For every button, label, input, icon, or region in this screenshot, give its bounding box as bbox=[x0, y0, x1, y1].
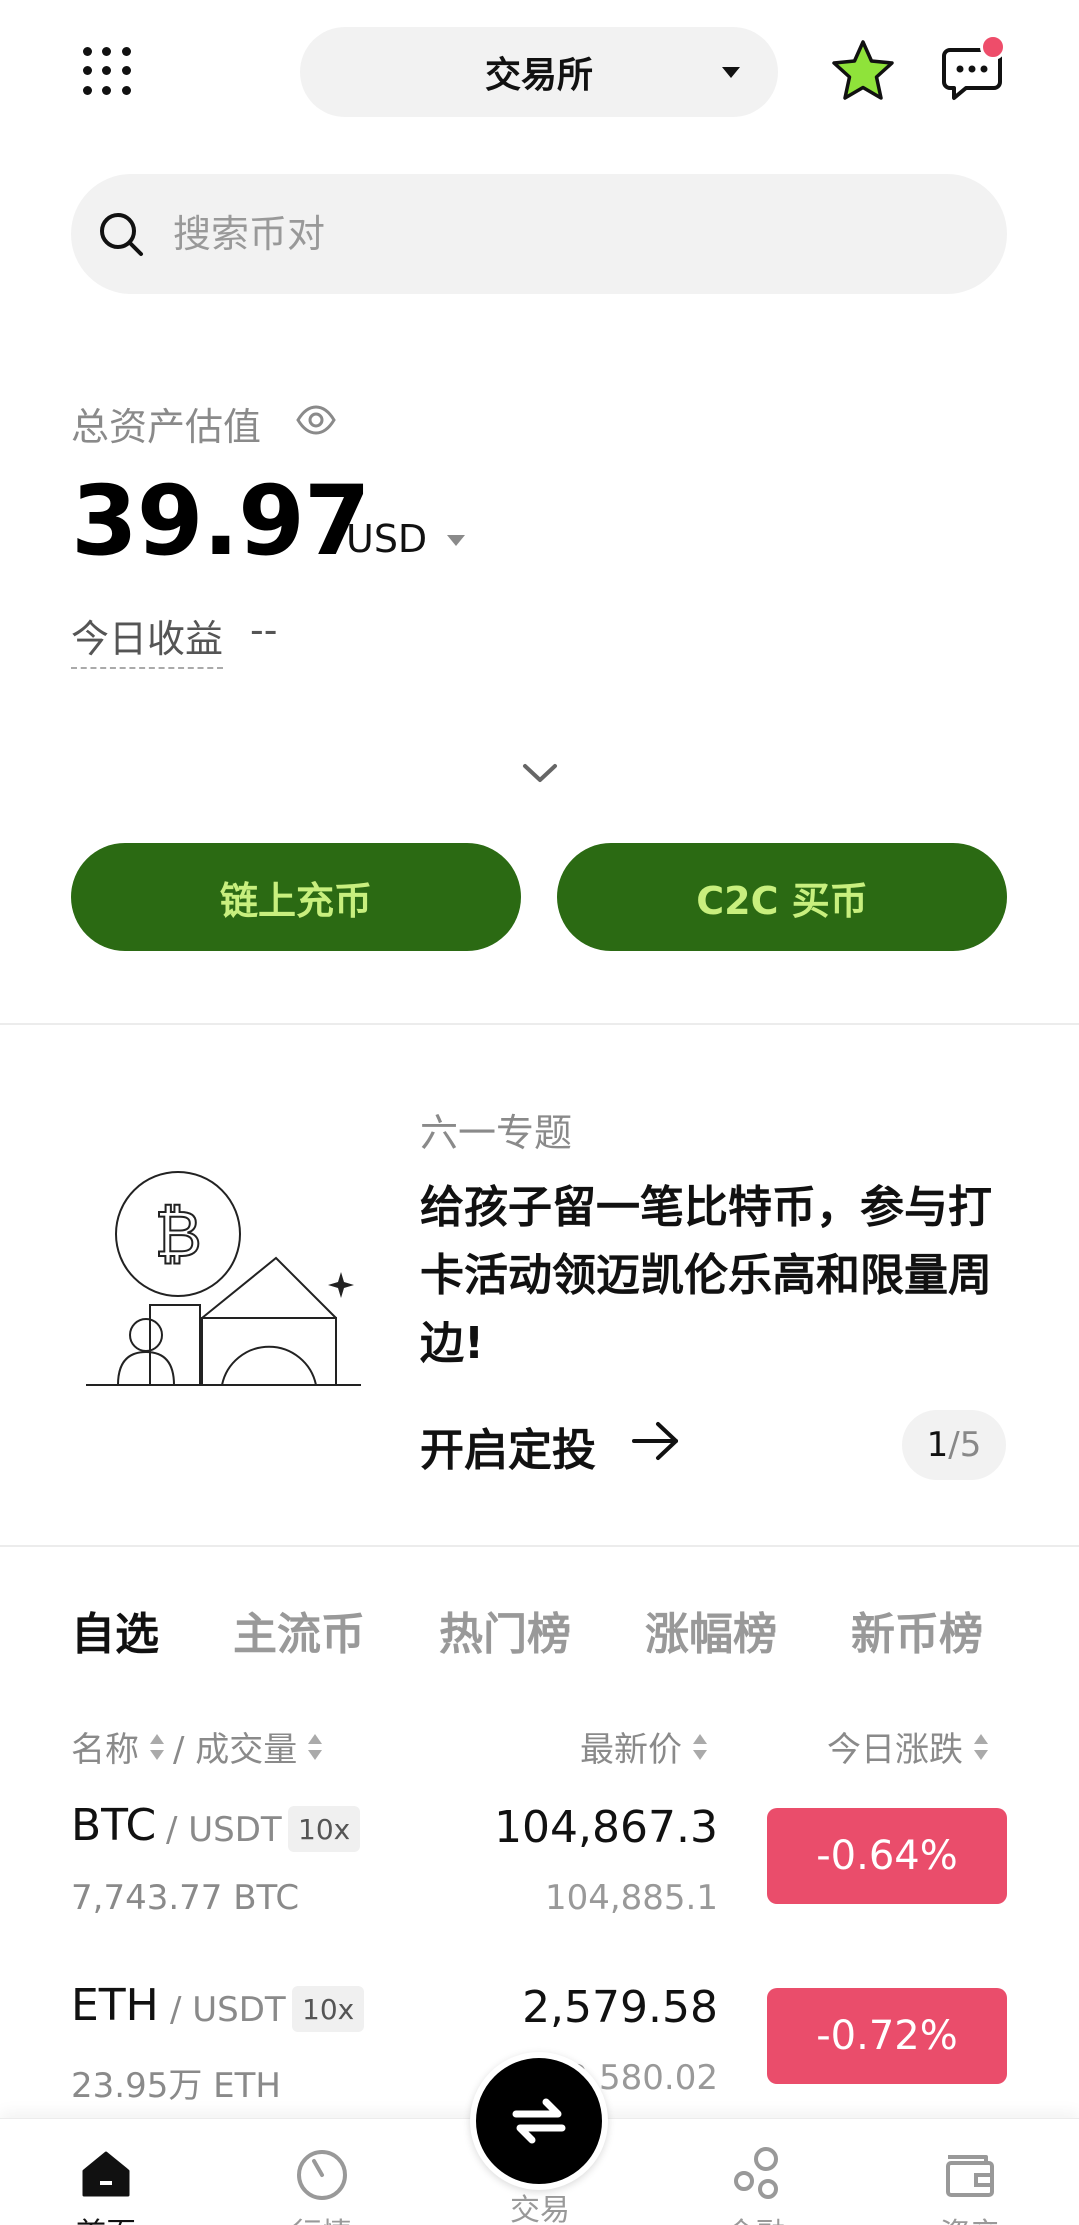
currency-selector[interactable]: USD bbox=[346, 517, 427, 561]
eye-icon[interactable] bbox=[296, 400, 336, 440]
nav-finance[interactable]: 金融 bbox=[696, 2143, 816, 2225]
col-price-label: 最新价 bbox=[580, 1730, 682, 1770]
sort-icon bbox=[307, 1732, 323, 1762]
today-pnl-value: -- bbox=[250, 608, 278, 652]
col-change-label: 今日涨跌 bbox=[827, 1730, 963, 1770]
nav-home-label: 首页 bbox=[76, 2209, 136, 2225]
col-volume-label[interactable]: / 成交量 bbox=[173, 1722, 297, 1771]
start-dca-link[interactable]: 开启定投 bbox=[420, 1414, 596, 1478]
volume: 7,743.77 BTC bbox=[71, 1878, 300, 1918]
sort-icon bbox=[973, 1732, 989, 1762]
banner-tag: 六一专题 bbox=[420, 1111, 573, 1155]
market-row-btc[interactable]: BTC / USDT 10x 7,743.77 BTC 104,867.3 10… bbox=[0, 1800, 1079, 1970]
wallet-icon bbox=[946, 2155, 994, 2197]
last-price: 104,867.3 bbox=[494, 1802, 718, 1853]
tab-mainstream[interactable]: 主流币 bbox=[233, 1598, 365, 1662]
mode-selector-label: 交易所 bbox=[484, 55, 593, 96]
favorites-star-icon[interactable] bbox=[830, 38, 896, 104]
tab-gainers[interactable]: 涨幅榜 bbox=[645, 1598, 777, 1662]
nav-finance-label: 金融 bbox=[726, 2209, 786, 2225]
volume: 23.95万 ETH bbox=[71, 2066, 281, 2106]
tab-favorites[interactable]: 自选 bbox=[71, 1598, 159, 1662]
svg-text:₿: ₿ bbox=[154, 1198, 201, 1272]
trade-button[interactable] bbox=[470, 2052, 608, 2190]
search-bar[interactable] bbox=[71, 174, 1007, 294]
divider bbox=[0, 1023, 1079, 1025]
caret-down-icon bbox=[722, 67, 740, 78]
nav-markets-label: 行情 bbox=[292, 2209, 352, 2225]
tab-hot[interactable]: 热门榜 bbox=[439, 1598, 571, 1662]
last-price: 2,579.58 bbox=[522, 1982, 718, 2033]
sort-by-change[interactable]: 今日涨跌 bbox=[827, 1722, 989, 1771]
pair-quote: / USDT bbox=[166, 1810, 282, 1850]
change-badge[interactable]: -0.72% bbox=[767, 1988, 1007, 2084]
leverage-badge: 10x bbox=[288, 1806, 361, 1852]
search-input[interactable] bbox=[173, 202, 953, 266]
total-balance: 39.97 bbox=[71, 465, 371, 577]
arrow-right-icon[interactable] bbox=[630, 1418, 682, 1464]
sort-by-name[interactable]: 名称 / 成交量 bbox=[71, 1722, 323, 1771]
pager-current: 1 bbox=[926, 1425, 949, 1465]
nav-assets-label: 资产 bbox=[940, 2209, 1000, 2225]
finance-icon bbox=[734, 2147, 778, 2199]
mode-selector[interactable]: 交易所 bbox=[300, 27, 778, 117]
banner-text[interactable]: 给孩子留一笔比特币，参与打卡活动领迈凯伦乐高和限量周边! bbox=[420, 1174, 1020, 1378]
deposit-button[interactable]: 链上充币 bbox=[71, 843, 521, 951]
sort-icon bbox=[692, 1732, 708, 1762]
sort-by-price[interactable]: 最新价 bbox=[580, 1722, 708, 1771]
nav-markets[interactable]: 行情 bbox=[262, 2143, 382, 2225]
col-name-label: 名称 bbox=[71, 1730, 139, 1770]
fiat-price: 104,885.1 bbox=[544, 1878, 718, 1918]
c2c-buy-button[interactable]: C2C 买币 bbox=[557, 843, 1007, 951]
chevron-down-icon[interactable] bbox=[520, 760, 560, 786]
pager-total: /5 bbox=[948, 1425, 982, 1465]
notification-badge bbox=[980, 34, 1006, 60]
markets-icon bbox=[297, 2150, 347, 2200]
swap-icon bbox=[512, 2098, 566, 2144]
market-tabs: 自选 主流币 热门榜 涨幅榜 新币榜 bbox=[71, 1598, 1057, 1662]
pair-base: ETH bbox=[71, 1980, 159, 2031]
total-assets-label: 总资产估值 bbox=[71, 405, 262, 449]
banner-pager: 1/5 bbox=[902, 1410, 1006, 1480]
caret-down-icon[interactable] bbox=[447, 535, 465, 546]
divider bbox=[0, 1545, 1079, 1547]
search-icon bbox=[100, 213, 143, 256]
pair-base: BTC bbox=[71, 1800, 157, 1851]
nav-assets[interactable]: 资产 bbox=[910, 2143, 1030, 2225]
sort-icon bbox=[149, 1732, 165, 1762]
nav-trade-label: 交易 bbox=[510, 2193, 570, 2225]
tab-new-listings[interactable]: 新币榜 bbox=[851, 1598, 983, 1662]
home-icon bbox=[82, 2151, 130, 2197]
bitcoin-house-illustration: ₿ bbox=[86, 1171, 361, 1386]
today-pnl-label[interactable]: 今日收益 bbox=[71, 608, 224, 669]
nav-home[interactable]: 首页 bbox=[46, 2143, 166, 2225]
apps-grid-icon[interactable] bbox=[78, 42, 136, 100]
leverage-badge: 10x bbox=[292, 1986, 365, 2032]
change-badge[interactable]: -0.64% bbox=[767, 1808, 1007, 1904]
pair-quote: / USDT bbox=[170, 1990, 286, 2030]
